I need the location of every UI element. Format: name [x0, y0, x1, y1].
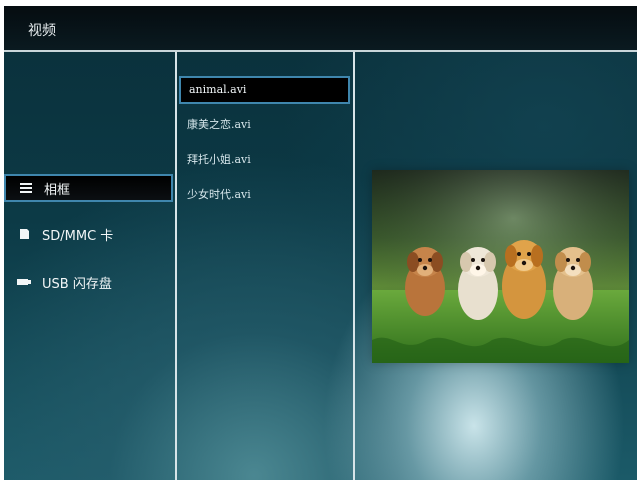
- file-list: animal.avi 康美之恋.avi 拜托小姐.avi 少女时代.avi: [179, 76, 350, 216]
- nav-item-label: SD/MMC 卡: [42, 228, 114, 244]
- card-icon: [16, 226, 32, 242]
- nav-item-sd-mmc[interactable]: SD/MMC 卡: [4, 218, 175, 250]
- video-thumbnail[interactable]: [372, 170, 629, 363]
- puppy-2-shape: [458, 247, 498, 320]
- nav-item-photo-frame[interactable]: 相框: [4, 174, 173, 202]
- nav-item-label: 相框: [44, 182, 71, 198]
- puppies-thumbnail-icon: [372, 170, 629, 363]
- usb-icon: [16, 274, 32, 290]
- video-screen: 视频 相框 SD/MMC 卡 USB 闪存盘 animal.avi 康美之恋.a…: [4, 6, 637, 480]
- list-item[interactable]: 少女时代.avi: [179, 181, 349, 209]
- page-title: 视频: [28, 23, 56, 39]
- list-item[interactable]: animal.avi: [179, 76, 350, 104]
- nav-item-usb[interactable]: USB 闪存盘: [4, 266, 175, 298]
- nav-item-label: USB 闪存盘: [42, 276, 112, 292]
- puppy-3-shape: [502, 240, 546, 319]
- column-divider-right: [353, 52, 355, 480]
- header-divider: [4, 50, 637, 52]
- puppy-1-shape: [405, 247, 445, 316]
- list-item[interactable]: 康美之恋.avi: [179, 111, 349, 139]
- list-icon: [18, 180, 34, 196]
- column-divider-left: [175, 52, 177, 480]
- puppy-4-shape: [553, 247, 593, 320]
- list-item[interactable]: 拜托小姐.avi: [179, 146, 349, 174]
- source-nav: 相框 SD/MMC 卡 USB 闪存盘: [4, 174, 175, 314]
- top-bar: 视频: [4, 6, 637, 50]
